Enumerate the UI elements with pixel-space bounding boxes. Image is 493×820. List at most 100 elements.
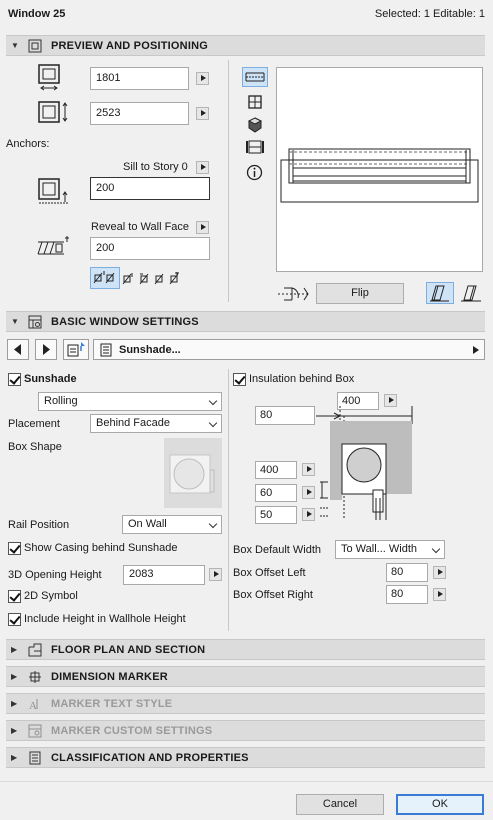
height-field[interactable]: 2523 (90, 102, 189, 125)
section-classification-title: CLASSIFICATION AND PROPERTIES (51, 752, 249, 764)
cancel-button[interactable]: Cancel (296, 794, 384, 815)
arrow-left-icon (14, 344, 21, 355)
dim-box-height-field[interactable]: 400 (255, 461, 297, 479)
show-casing-checkbox[interactable] (8, 542, 21, 555)
dim-box-height-options-button[interactable] (302, 463, 315, 476)
box-default-width-select[interactable]: To Wall... Width (335, 540, 445, 559)
basic-settings-icon (28, 315, 42, 329)
reveal-field[interactable]: 200 (90, 237, 210, 260)
insulation-label: Insulation behind Box (249, 373, 355, 385)
collapse-triangle-icon: ▼ (11, 317, 19, 326)
sill-anchor-button[interactable] (196, 161, 209, 174)
box-section-diagram (316, 406, 413, 520)
anchor-option-4-icon[interactable] (153, 271, 166, 285)
width-options-button[interactable] (196, 72, 209, 85)
rail-position-select[interactable]: On Wall (122, 515, 222, 534)
placement-select[interactable]: Behind Facade (90, 414, 222, 433)
page-tree-button[interactable] (63, 339, 89, 360)
previous-page-button[interactable] (7, 339, 29, 360)
box-shape-picker[interactable] (164, 438, 222, 508)
symbol-2d-label: 2D Symbol (24, 590, 78, 602)
flip-button[interactable]: Flip (316, 283, 404, 304)
box-shape-label: Box Shape (8, 441, 62, 453)
box-default-width-value: To Wall... Width (341, 543, 417, 555)
width-field[interactable]: 1801 (90, 67, 189, 90)
box-offset-right-options-button[interactable] (433, 588, 446, 601)
include-height-checkbox[interactable] (8, 613, 21, 626)
anchor-both-faces-icon (93, 271, 115, 284)
rail-position-label: Rail Position (8, 519, 70, 531)
view-3d-icon[interactable] (247, 117, 263, 133)
anchor-option-1-selected[interactable] (90, 267, 120, 289)
reveal-label: Reveal to Wall Face (91, 221, 190, 233)
dim-60-options-button[interactable] (302, 486, 315, 499)
window-width-icon (38, 64, 60, 91)
dim-60-field[interactable]: 60 (255, 484, 297, 502)
sunshade-inside-icon[interactable] (459, 283, 483, 303)
page-tree-icon (67, 342, 85, 357)
anchor-option-2-icon[interactable] (122, 271, 135, 285)
anchor-option-5-icon[interactable] (168, 271, 181, 285)
view-elevation-icon[interactable] (247, 94, 263, 110)
svg-text:A: A (29, 700, 37, 711)
preview-canvas[interactable] (276, 67, 483, 272)
page-selector-label: Sunshade... (119, 344, 181, 356)
rail-position-value: On Wall (128, 518, 167, 530)
box-offset-left-label: Box Offset Left (233, 567, 306, 579)
opening-height-label: 3D Opening Height (8, 569, 102, 581)
chevron-down-icon (208, 418, 218, 428)
dim-50-field[interactable]: 50 (255, 506, 297, 524)
sunshade-checkbox[interactable] (8, 373, 21, 386)
opening-height-options-button[interactable] (209, 568, 222, 581)
sill-field[interactable]: 200 (90, 177, 210, 200)
reveal-anchor-icon (37, 236, 69, 255)
selection-info: Selected: 1 Editable: 1 (374, 8, 485, 20)
show-casing-label: Show Casing behind Sunshade (24, 542, 178, 554)
expand-triangle-icon: ▶ (11, 672, 18, 681)
box-offset-left-field[interactable]: 80 (386, 563, 428, 582)
section-preview-header[interactable]: ▼ PREVIEW AND POSITIONING (6, 35, 485, 56)
footer-divider (0, 781, 493, 782)
section-marker-custom-header[interactable]: ▶ MARKER CUSTOM SETTINGS (6, 720, 485, 741)
section-marker-text-header[interactable]: ▶ A MARKER TEXT STYLE (6, 693, 485, 714)
section-basic-header[interactable]: ▼ BASIC WINDOW SETTINGS (6, 311, 485, 332)
section-preview-title: PREVIEW AND POSITIONING (51, 40, 208, 52)
marker-text-icon: A (29, 699, 38, 711)
dim-left-field[interactable]: 80 (255, 406, 315, 425)
dim-50-options-button[interactable] (302, 508, 315, 521)
include-height-label: Include Height in Wallhole Height (24, 613, 186, 625)
expand-triangle-icon: ▶ (11, 645, 18, 654)
section-dimension-marker-header[interactable]: ▶ DIMENSION MARKER (6, 666, 485, 687)
sunshade-outside-icon (430, 285, 449, 302)
opening-height-field[interactable]: 2083 (123, 565, 205, 585)
plan-view-icon (245, 72, 265, 82)
mirror-opening-icon[interactable] (276, 282, 312, 306)
box-offset-right-field[interactable]: 80 (386, 585, 428, 604)
sunshade-label: Sunshade (24, 373, 77, 385)
section-floor-plan-header[interactable]: ▶ FLOOR PLAN AND SECTION (6, 639, 485, 660)
collapse-triangle-icon: ▼ (11, 41, 19, 50)
view-plan-button[interactable] (242, 67, 268, 87)
sunshade-type-select[interactable]: Rolling (38, 392, 222, 411)
ok-button[interactable]: OK (396, 794, 484, 815)
floor-plan-icon (28, 643, 42, 657)
anchor-option-3-icon[interactable] (138, 271, 151, 285)
sunshade-outside-button[interactable] (426, 282, 454, 304)
box-offset-left-options-button[interactable] (433, 566, 446, 579)
view-section-icon[interactable] (246, 139, 264, 155)
window-plan-drawing (280, 148, 479, 203)
next-page-button[interactable] (35, 339, 57, 360)
height-options-button[interactable] (196, 107, 209, 120)
symbol-2d-checkbox[interactable] (8, 590, 21, 603)
dimension-marker-icon (29, 671, 41, 683)
info-icon[interactable] (246, 164, 263, 181)
insulation-checkbox[interactable] (233, 373, 246, 386)
expand-triangle-icon: ▶ (11, 699, 18, 708)
section-basic-title: BASIC WINDOW SETTINGS (51, 316, 199, 328)
section-floor-plan-title: FLOOR PLAN AND SECTION (51, 644, 206, 656)
page-selector[interactable]: Sunshade... (93, 339, 485, 360)
reveal-anchor-button[interactable] (196, 221, 209, 234)
marker-custom-icon (28, 724, 42, 738)
section-marker-text-title: MARKER TEXT STYLE (51, 698, 173, 710)
section-classification-header[interactable]: ▶ CLASSIFICATION AND PROPERTIES (6, 747, 485, 768)
